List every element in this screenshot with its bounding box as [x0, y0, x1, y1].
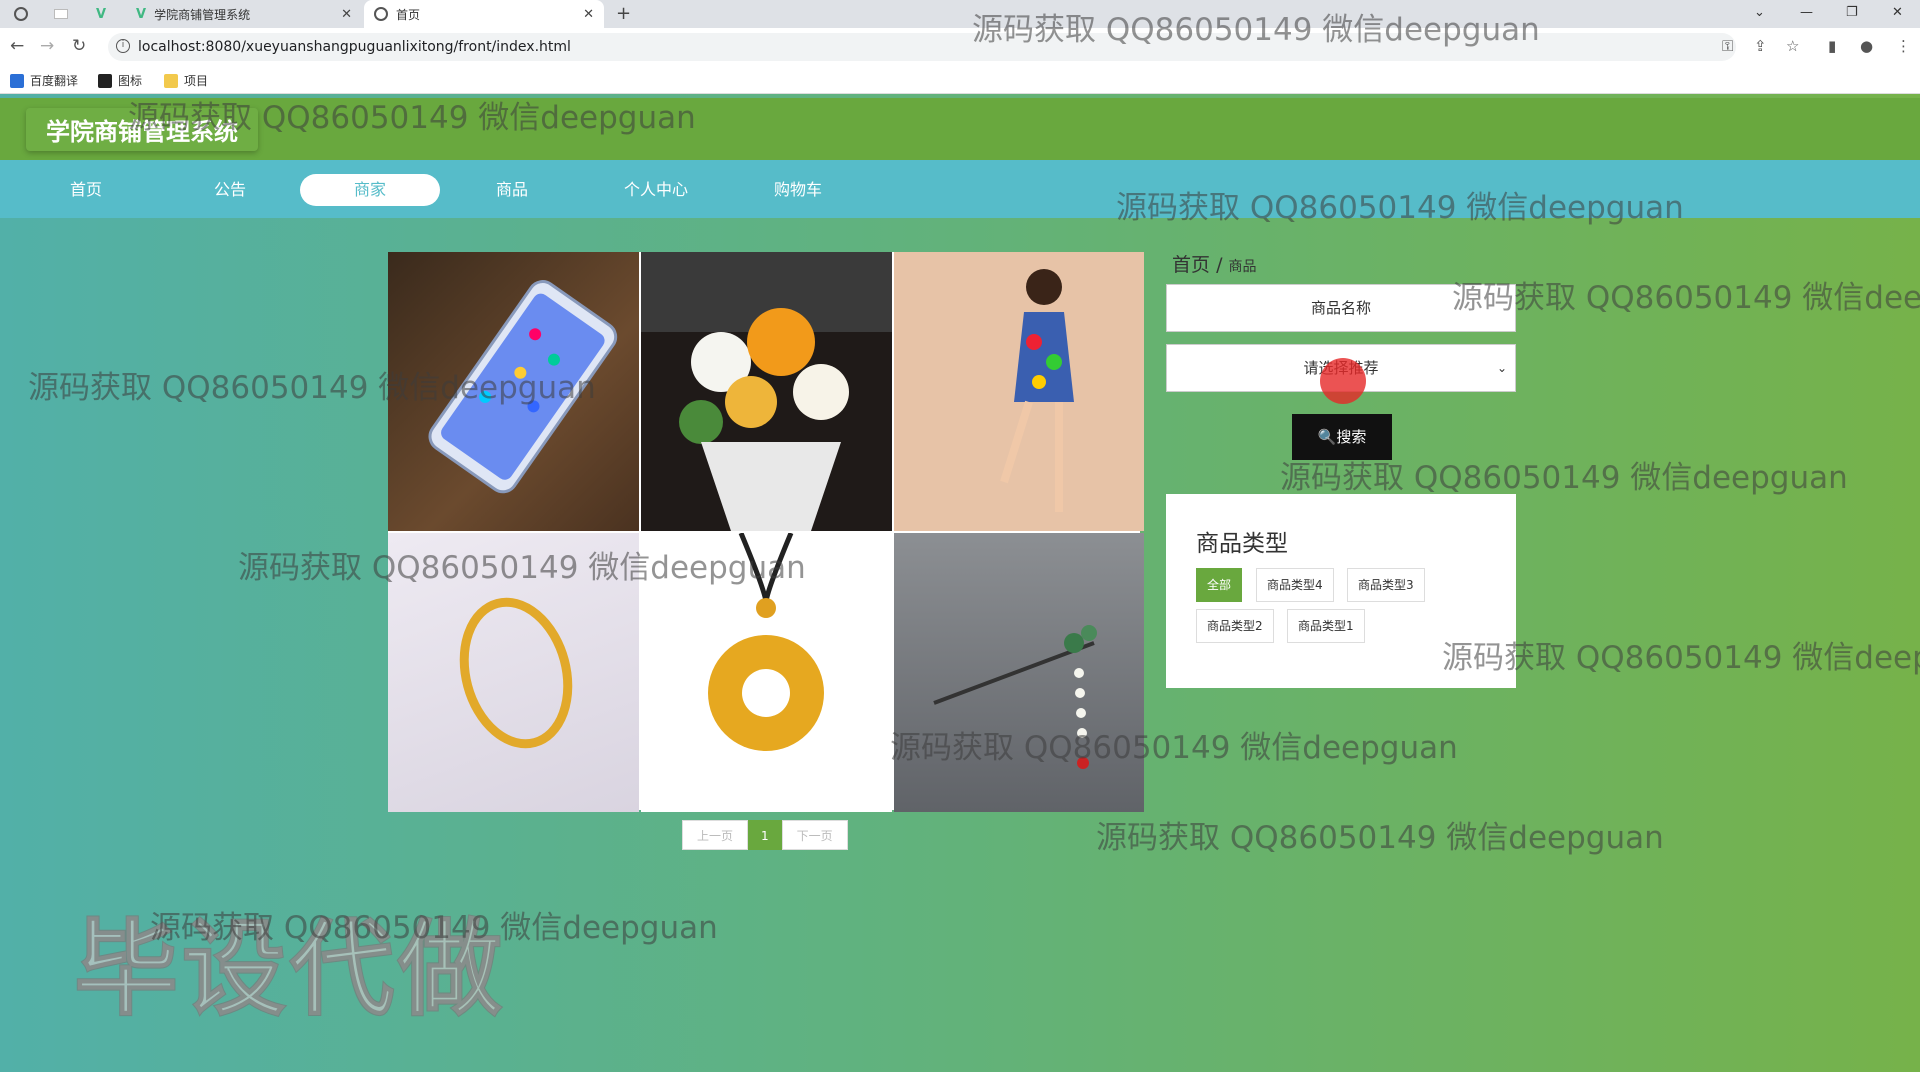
breadcrumb-home[interactable]: 首页 [1172, 254, 1210, 276]
type-tag-3[interactable]: 商品类型3 [1347, 568, 1425, 602]
watermark: 源码获取 QQ86050149 微信deepg [1452, 280, 1920, 316]
dress-image [1000, 269, 1074, 512]
pinned-tab-globe[interactable] [6, 0, 36, 28]
type-tag-1[interactable]: 商品类型1 [1287, 609, 1365, 643]
close-window-button[interactable]: ✕ [1892, 0, 1903, 28]
watermark: 源码获取 QQ86050149 微信deepguan [128, 100, 696, 136]
breadcrumb-current: 商品 [1228, 259, 1257, 275]
sidepanel-icon[interactable]: ▮ [1828, 37, 1836, 55]
nav-cart[interactable]: 购物车 [728, 174, 868, 206]
mouse-cursor-highlight [1320, 358, 1366, 404]
tab-system[interactable]: V 学院商铺管理系统 ✕ [126, 0, 362, 28]
watermark: 源码获取 QQ86050149 微信deepg [1442, 640, 1920, 676]
watermark: 源码获取 QQ86050149 微信deepguan [28, 370, 596, 406]
bookmark-project[interactable]: 项目 [164, 72, 208, 89]
nav-home[interactable]: 首页 [16, 174, 156, 206]
tab-search-icon[interactable]: ⌄ [1754, 0, 1765, 28]
product-type-title: 商品类型 [1196, 531, 1288, 557]
flowers-image [641, 252, 892, 531]
profile-icon[interactable]: ● [1860, 37, 1873, 55]
type-tag-4[interactable]: 商品类型4 [1256, 568, 1334, 602]
type-tag-all[interactable]: 全部 [1196, 568, 1243, 602]
watermark: 源码获取 QQ86050149 微信deepguan [238, 550, 806, 586]
pinned-tab-vue[interactable]: V [86, 0, 116, 28]
reload-icon[interactable]: ↻ [72, 36, 86, 56]
image-icon [98, 73, 112, 88]
breadcrumb-separator: / [1216, 254, 1223, 276]
info-icon[interactable]: i [116, 39, 130, 53]
product-card-dress[interactable] [894, 252, 1144, 531]
type-tag-2[interactable]: 商品类型2 [1196, 609, 1274, 643]
forward-icon[interactable]: → [40, 36, 54, 56]
minimize-button[interactable]: — [1800, 0, 1813, 28]
product-card-flowers[interactable] [641, 252, 892, 531]
close-icon[interactable]: ✕ [341, 7, 352, 22]
globe-icon [14, 7, 28, 21]
page-1-button[interactable]: 1 [748, 820, 782, 850]
back-icon[interactable]: ← [10, 36, 24, 56]
hairpin-image [933, 625, 1097, 769]
next-page-button[interactable]: 下一页 [781, 820, 848, 850]
vue-icon: V [136, 6, 147, 22]
key-icon[interactable]: ⚿ [1722, 37, 1733, 55]
bookmark-label: 图标 [118, 74, 143, 88]
prev-page-button[interactable]: 上一页 [682, 820, 749, 850]
close-icon[interactable]: ✕ [583, 7, 594, 22]
breadcrumb: 首页 / 商品 [1172, 250, 1257, 277]
folder-icon [164, 73, 178, 88]
product-card-hairpin[interactable] [894, 533, 1144, 812]
watermark: 源码获取 QQ86050149 微信deepguan [890, 730, 1458, 766]
translate-icon [10, 73, 24, 88]
page-icon [54, 9, 68, 19]
restore-button[interactable]: ❐ [1846, 0, 1858, 28]
tab-title: 学院商铺管理系统 [154, 7, 251, 22]
bookmark-label: 百度翻译 [30, 74, 79, 88]
watermark: 源码获取 QQ86050149 微信deepguan [1116, 190, 1684, 226]
bookmark-baidu-translate[interactable]: 百度翻译 [10, 72, 78, 89]
tab-title: 首页 [396, 7, 421, 22]
watermark: 源码获取 QQ86050149 微信deepguan [972, 12, 1540, 48]
pagination: 上一页 1 下一页 [682, 820, 848, 850]
bookmark-label: 项目 [184, 74, 209, 88]
nav-merchant[interactable]: 商家 [300, 174, 440, 206]
bookmarks-bar: 百度翻译 图标 项目 [0, 66, 1920, 94]
nav-goods[interactable]: 商品 [442, 174, 582, 206]
url-text: localhost:8080/xueyuanshangpuguanlixiton… [138, 39, 571, 55]
nav-notice[interactable]: 公告 [160, 174, 300, 206]
tab-home[interactable]: 首页 ✕ [364, 0, 604, 28]
browser-tab-bar: V V 学院商铺管理系统 ✕ 首页 ✕ + ⌄ — ❐ ✕ [0, 0, 1920, 28]
watermark: 源码获取 QQ86050149 微信deepguan [1280, 460, 1848, 496]
watermark: 源码获取 QQ86050149 微信deepguan [150, 910, 718, 946]
new-tab-button[interactable]: + [616, 0, 631, 28]
vue-icon: V [95, 6, 107, 22]
globe-icon [374, 7, 388, 21]
menu-icon[interactable]: ⋮ [1896, 37, 1911, 55]
bookmark-icons[interactable]: 图标 [98, 72, 142, 89]
address-bar: ← → ↻ i localhost:8080/xueyuanshangpugua… [0, 28, 1920, 66]
share-icon[interactable]: ⇪ [1754, 37, 1767, 55]
chevron-down-icon: ⌄ [1496, 361, 1507, 375]
pinned-tab-blank[interactable] [46, 0, 76, 28]
nav-profile[interactable]: 个人中心 [586, 174, 726, 206]
star-icon[interactable]: ☆ [1786, 37, 1799, 55]
watermark: 源码获取 QQ86050149 微信deepguan [1096, 820, 1664, 856]
